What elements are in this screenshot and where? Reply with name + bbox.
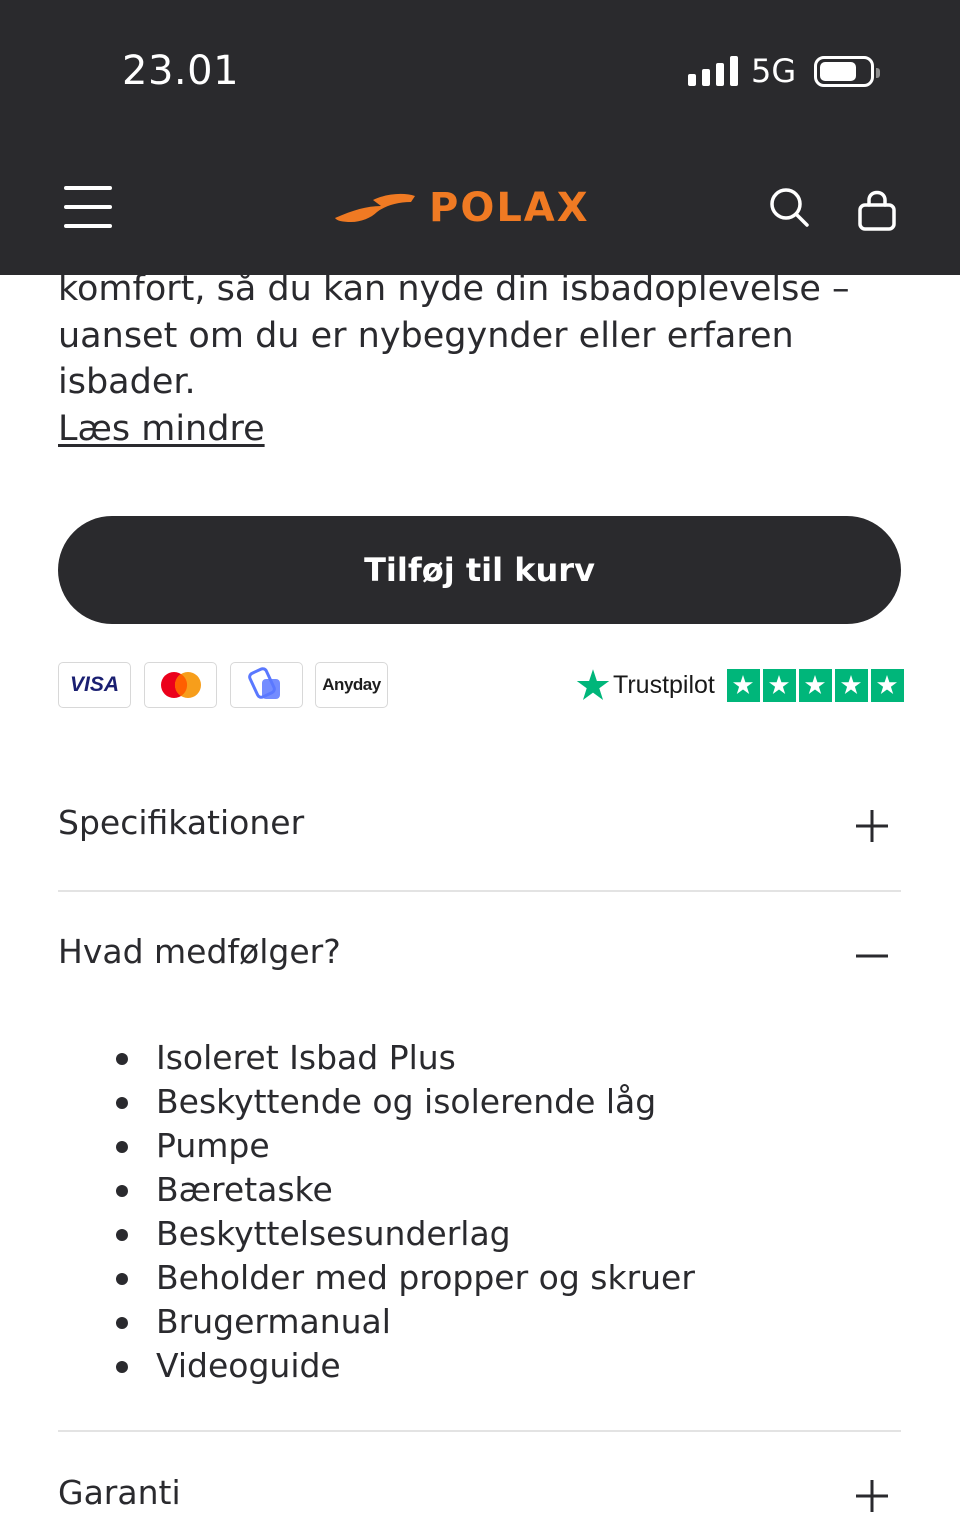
list-item: Beskyttende og isolerende låg [116,1080,876,1124]
trustpilot-star-icon [576,669,610,700]
mobilepay-logo-icon [247,667,280,699]
visa-icon: VISA [58,662,131,708]
trustpilot-rating [726,668,904,702]
divider [58,1430,901,1432]
product-description: komfort, så du kan nyde din isbadoplevel… [58,269,850,402]
visa-label: VISA [69,673,119,696]
anyday-label: Anyday [322,675,381,694]
list-item: Isoleret Isbad Plus [116,1036,876,1080]
status-time: 23.01 [122,48,240,94]
app-header: 23.01 5G POLAX [0,0,960,275]
battery-icon [814,56,880,87]
signal-icon [688,56,738,86]
plus-icon[interactable] [852,806,892,846]
list-item: Brugermanual [116,1300,876,1344]
polax-swoosh-icon [335,193,415,222]
brand-logo[interactable]: POLAX [333,184,633,232]
rating-star-icon [834,668,868,702]
read-less-link[interactable]: Læs mindre [58,406,265,452]
search-icon[interactable] [768,186,810,228]
included-items-list: Isoleret Isbad Plus Beskyttende og isole… [116,1036,876,1388]
list-item: Bæretaske [116,1168,876,1212]
accordion-warranty-title[interactable]: Garanti [58,1473,181,1512]
rating-star-icon [726,668,760,702]
brand-name: POLAX [429,185,590,231]
add-to-cart-button[interactable]: Tilføj til kurv [58,516,901,624]
menu-icon[interactable] [64,186,112,228]
list-item: Videoguide [116,1344,876,1388]
mastercard-logo-icon [160,672,201,698]
accordion-specs-title[interactable]: Specifikationer [58,803,304,842]
list-item: Pumpe [116,1124,876,1168]
trustpilot-label: Trustpilot [613,670,715,699]
mobilepay-icon [230,662,303,708]
list-item: Beholder med propper og skruer [116,1256,876,1300]
rating-star-icon [762,668,796,702]
trustpilot-widget[interactable]: Trustpilot [575,665,904,705]
minus-icon[interactable] [852,936,892,976]
anyday-icon: Anyday [315,662,388,708]
divider [58,890,901,892]
list-item: Beskyttelsesunderlag [116,1212,876,1256]
mastercard-icon [144,662,217,708]
rating-star-icon [798,668,832,702]
rating-star-icon [870,668,904,702]
plus-icon[interactable] [852,1476,892,1516]
network-label: 5G [751,52,797,90]
shopping-bag-icon[interactable] [856,189,898,233]
accordion-included-title[interactable]: Hvad medfølger? [58,932,341,971]
